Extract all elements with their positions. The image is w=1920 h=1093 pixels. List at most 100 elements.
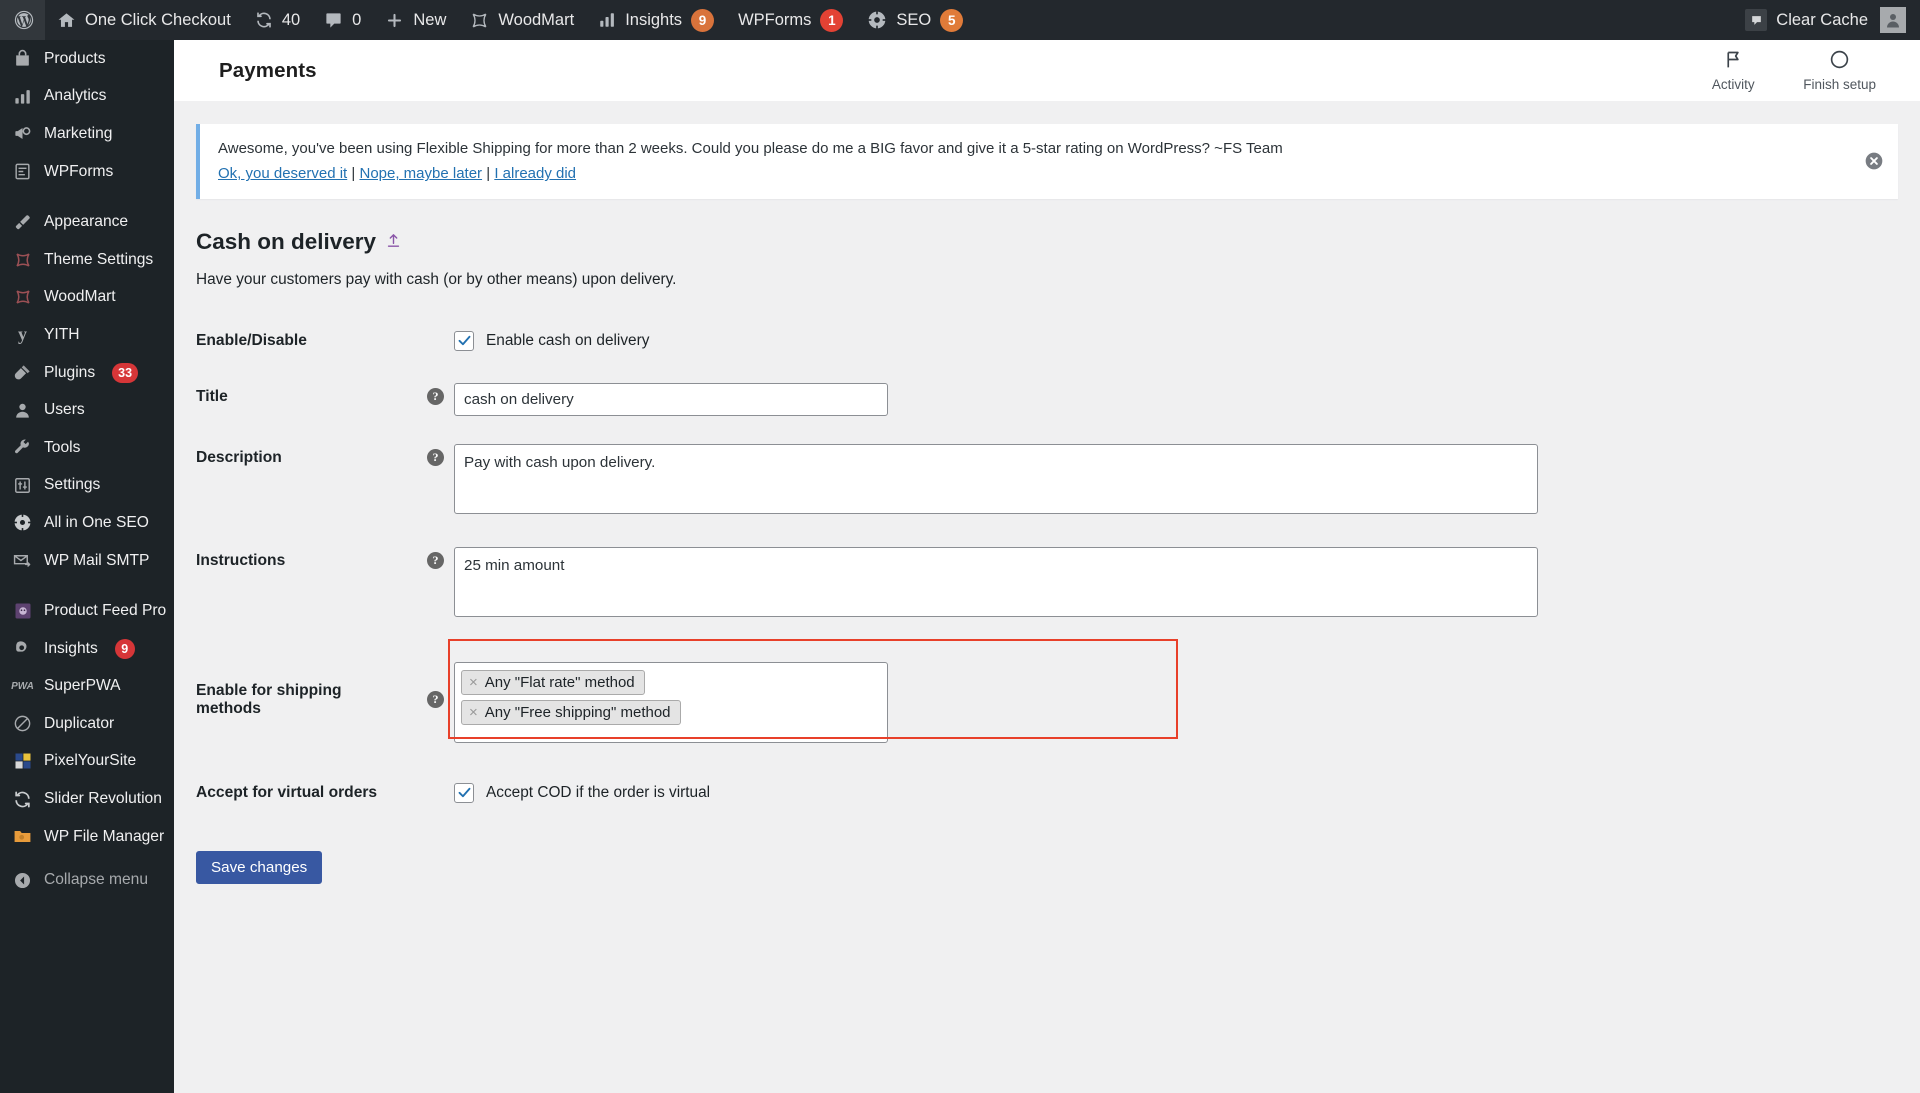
notice-separator: | xyxy=(351,165,356,183)
description-textarea[interactable] xyxy=(454,443,1538,514)
adminbar-wp-logo[interactable] xyxy=(0,0,45,40)
adminbar-new-label: New xyxy=(413,10,447,29)
sidebar-item-products[interactable]: Products xyxy=(0,40,174,78)
chart-bars-icon xyxy=(12,86,33,107)
sidebar-item-label: Tools xyxy=(44,438,81,456)
clear-cache-icon xyxy=(1745,9,1768,31)
share-arrow-icon[interactable] xyxy=(385,229,402,255)
remove-token-icon[interactable]: × xyxy=(469,675,478,690)
row-label-instructions: Instructions ? xyxy=(196,533,454,636)
feed-icon xyxy=(12,601,33,622)
sidebar-item-label: WP Mail SMTP xyxy=(44,551,150,569)
sidebar-item-wp-file-manager[interactable]: WP File Manager xyxy=(0,818,174,856)
save-changes-button[interactable]: Save changes xyxy=(196,850,323,884)
sidebar-item-marketing[interactable]: Marketing xyxy=(0,115,174,153)
megaphone-icon xyxy=(12,123,33,144)
sidebar-item-tools[interactable]: Tools xyxy=(0,429,174,467)
sidebar-item-label: Product Feed Pro xyxy=(44,602,167,620)
shipping-method-token[interactable]: × Any "Free shipping" method xyxy=(461,699,681,725)
row-label-title: Title ? xyxy=(196,369,454,430)
sliders-icon xyxy=(12,475,33,496)
sidebar-item-pixelyoursite[interactable]: PixelYourSite xyxy=(0,743,174,781)
yith-icon: y xyxy=(18,324,27,345)
sidebar-item-duplicator[interactable]: Duplicator xyxy=(0,705,174,743)
help-icon[interactable]: ? xyxy=(427,449,444,466)
activity-label: Activity xyxy=(1711,77,1755,92)
close-icon[interactable] xyxy=(1864,151,1884,171)
adminbar-woodmart[interactable]: WoodMart xyxy=(458,0,586,40)
row-title: Title ? xyxy=(196,369,1898,430)
sidebar-item-yith[interactable]: y YITH xyxy=(0,316,174,354)
gear-circle-icon xyxy=(12,512,33,533)
sidebar-item-appearance[interactable]: Appearance xyxy=(0,203,174,241)
row-label-description: Description ? xyxy=(196,430,454,533)
admin-bar: One Click Checkout 40 0 New WoodMart Ins… xyxy=(0,0,1920,40)
page-title: Payments xyxy=(219,58,317,82)
sidebar-item-insights[interactable]: Insights 9 xyxy=(0,630,174,668)
sidebar-item-users[interactable]: Users xyxy=(0,391,174,429)
shipping-method-token[interactable]: × Any "Flat rate" method xyxy=(461,669,645,695)
avatar[interactable] xyxy=(1880,7,1906,33)
sidebar-item-woodmart[interactable]: WoodMart xyxy=(0,279,174,317)
adminbar-wpforms[interactable]: WPForms 1 xyxy=(726,0,855,40)
adminbar-updates[interactable]: 40 xyxy=(243,0,312,40)
home-icon xyxy=(57,11,76,30)
label-enable-disable: Enable/Disable xyxy=(196,331,307,349)
sidebar-item-wpforms[interactable]: WPForms xyxy=(0,153,174,191)
notice-link-later[interactable]: Nope, maybe later xyxy=(359,165,482,182)
sidebar-item-settings[interactable]: Settings xyxy=(0,467,174,505)
sidebar-collapse-menu[interactable]: Collapse menu xyxy=(0,861,174,899)
sidebar-item-plugins[interactable]: Plugins 33 xyxy=(0,354,174,392)
notice-link-ok[interactable]: Ok, you deserved it xyxy=(218,165,347,182)
sidebar-separator xyxy=(0,190,174,203)
sidebar-item-product-feed-pro[interactable]: Product Feed Pro xyxy=(0,592,174,630)
title-input[interactable] xyxy=(454,382,888,416)
remove-token-icon[interactable]: × xyxy=(469,705,478,720)
adminbar-woodmart-label: WoodMart xyxy=(498,10,575,29)
finish-setup-button[interactable]: Finish setup xyxy=(1781,40,1898,101)
instructions-textarea[interactable] xyxy=(454,546,1538,617)
pwa-icon: PWA xyxy=(11,680,34,692)
sidebar-item-analytics[interactable]: Analytics xyxy=(0,78,174,116)
sidebar-item-label: WPForms xyxy=(44,162,114,180)
enable-cod-checkbox[interactable] xyxy=(454,330,474,351)
sidebar-item-superpwa[interactable]: PWA SuperPWA xyxy=(0,668,174,706)
adminbar-insights-count: 9 xyxy=(691,8,715,32)
activity-button[interactable]: Activity xyxy=(1685,40,1781,101)
gateway-settings-table: Enable/Disable Enable cash on delivery T… xyxy=(196,313,1898,821)
sidebar-collapse-label: Collapse menu xyxy=(44,871,149,889)
woodmart-icon xyxy=(12,249,33,270)
adminbar-insights[interactable]: Insights 9 xyxy=(586,0,726,40)
duplicator-icon xyxy=(12,713,33,734)
adminbar-seo[interactable]: SEO 5 xyxy=(855,0,975,40)
adminbar-updates-count: 40 xyxy=(281,10,301,29)
shipping-method-token-label: Any "Free shipping" method xyxy=(484,703,671,721)
help-icon[interactable]: ? xyxy=(427,552,444,569)
label-description: Description xyxy=(196,448,282,466)
accept-virtual-checkbox-row[interactable]: Accept COD if the order is virtual xyxy=(454,779,1898,803)
adminbar-comments[interactable]: 0 xyxy=(312,0,373,40)
row-instructions: Instructions ? xyxy=(196,533,1898,636)
help-icon[interactable]: ? xyxy=(427,388,444,405)
accept-virtual-checkbox[interactable] xyxy=(454,782,474,803)
gateway-heading: Cash on delivery xyxy=(196,229,1898,255)
page-header-actions: Activity Finish setup xyxy=(1685,40,1920,101)
collapse-arrow-icon xyxy=(12,870,33,891)
adminbar-clear-cache[interactable]: Clear Cache xyxy=(1733,0,1880,40)
adminbar-wpforms-count: 1 xyxy=(820,8,844,32)
sidebar-item-wp-mail-smtp[interactable]: WP Mail SMTP xyxy=(0,542,174,580)
sidebar-item-theme-settings[interactable]: Theme Settings xyxy=(0,241,174,279)
help-icon[interactable]: ? xyxy=(427,691,444,708)
adminbar-site-name[interactable]: One Click Checkout xyxy=(45,0,243,40)
updates-icon xyxy=(255,11,273,29)
chart-bars-icon xyxy=(598,11,616,29)
adminbar-site-name-label: One Click Checkout xyxy=(85,10,231,29)
shipping-methods-select[interactable]: × Any "Flat rate" method × Any "Free shi… xyxy=(454,661,888,743)
adminbar-new-content[interactable]: New xyxy=(373,0,458,40)
enable-cod-checkbox-row[interactable]: Enable cash on delivery xyxy=(454,327,1898,351)
wordpress-icon xyxy=(13,9,35,31)
sidebar-item-slider-revolution[interactable]: Slider Revolution xyxy=(0,780,174,818)
notice-link-already-did[interactable]: I already did xyxy=(494,165,576,182)
sidebar-item-all-in-one-seo[interactable]: All in One SEO xyxy=(0,504,174,542)
woodmart-icon xyxy=(12,287,33,308)
